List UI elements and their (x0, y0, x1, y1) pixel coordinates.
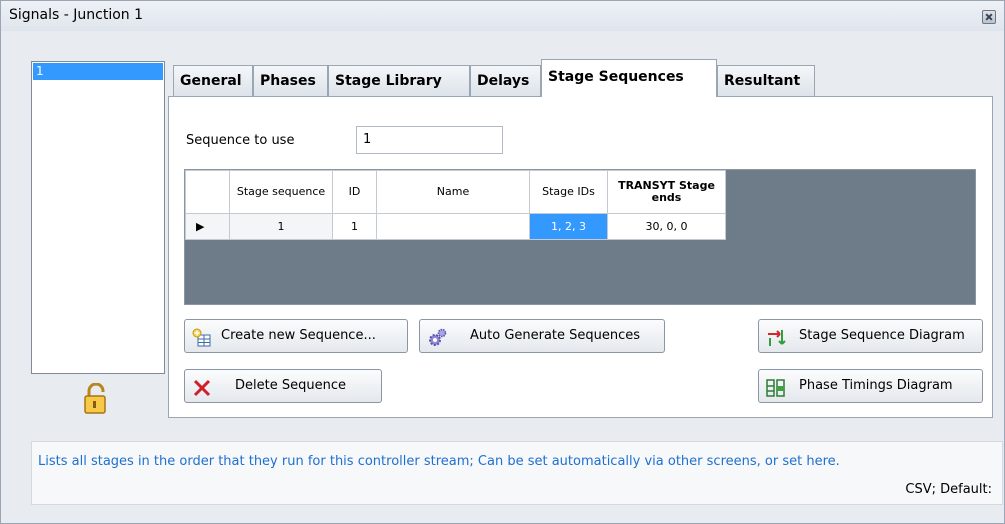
auto-generate-sequences-label: Auto Generate Sequences (470, 328, 641, 343)
cell-id[interactable]: 1 (332, 213, 377, 240)
junction-list[interactable]: 1 (31, 61, 165, 374)
window-title: Signals - Junction 1 (9, 7, 143, 23)
phase-timings-diagram-button[interactable]: Phase Timings Diagram (758, 369, 983, 403)
signals-window: Signals - Junction 1 1 General Phases St… (0, 0, 1005, 524)
stage-sequence-diagram-button[interactable]: Stage Sequence Diagram (758, 319, 983, 353)
timing-bars-icon (766, 378, 785, 397)
tab-stage-library[interactable]: Stage Library (328, 65, 470, 96)
title-bar: Signals - Junction 1 (1, 1, 1004, 31)
stage-sequences-grid: Stage sequence ID Name Stage IDs TRANSYT… (184, 169, 976, 305)
auto-generate-sequences-button[interactable]: Auto Generate Sequences (419, 319, 665, 353)
row-indicator[interactable]: ▶ (185, 213, 230, 240)
status-bar: Lists all stages in the order that they … (31, 441, 1003, 505)
tab-phases[interactable]: Phases (253, 65, 328, 96)
add-table-icon (192, 328, 211, 347)
table-row[interactable]: ▶ 1 1 1, 2, 3 30, 0, 0 (185, 213, 726, 240)
unlock-icon[interactable] (83, 382, 109, 419)
status-description: Lists all stages in the order that they … (38, 454, 840, 469)
column-header-name[interactable]: Name (376, 170, 530, 214)
close-icon[interactable] (982, 10, 996, 24)
delete-sequence-label: Delete Sequence (235, 378, 346, 393)
phase-timings-diagram-label: Phase Timings Diagram (799, 378, 953, 393)
cell-stage-sequence[interactable]: 1 (229, 213, 333, 240)
sequence-to-use-label: Sequence to use (186, 133, 295, 148)
gears-icon (427, 328, 447, 346)
status-csv-default: CSV; Default: (905, 482, 992, 497)
cell-stage-ids[interactable]: 1, 2, 3 (529, 213, 608, 240)
column-header-id[interactable]: ID (332, 170, 377, 214)
tab-resultant[interactable]: Resultant (717, 65, 815, 96)
delete-cross-icon (192, 378, 211, 397)
row-header-corner (185, 170, 230, 214)
tab-delays[interactable]: Delays (470, 65, 541, 96)
column-header-stage-ids[interactable]: Stage IDs (529, 170, 608, 214)
cell-name[interactable] (376, 213, 530, 240)
stage-sequence-diagram-label: Stage Sequence Diagram (799, 328, 965, 343)
delete-sequence-button[interactable]: Delete Sequence (184, 369, 382, 403)
create-new-sequence-label: Create new Sequence... (221, 328, 376, 343)
column-header-stage-sequence[interactable]: Stage sequence (229, 170, 333, 214)
column-header-transyt-stage-ends[interactable]: TRANSYT Stage ends (607, 170, 726, 214)
cell-transyt-stage-ends[interactable]: 30, 0, 0 (607, 213, 726, 240)
tab-stage-sequences[interactable]: Stage Sequences (541, 59, 717, 97)
junction-list-item[interactable]: 1 (33, 63, 163, 80)
diagram-arrows-icon (766, 328, 786, 346)
create-new-sequence-button[interactable]: Create new Sequence... (184, 319, 408, 353)
tab-general[interactable]: General (173, 65, 253, 96)
sequence-to-use-input[interactable]: 1 (356, 126, 503, 154)
